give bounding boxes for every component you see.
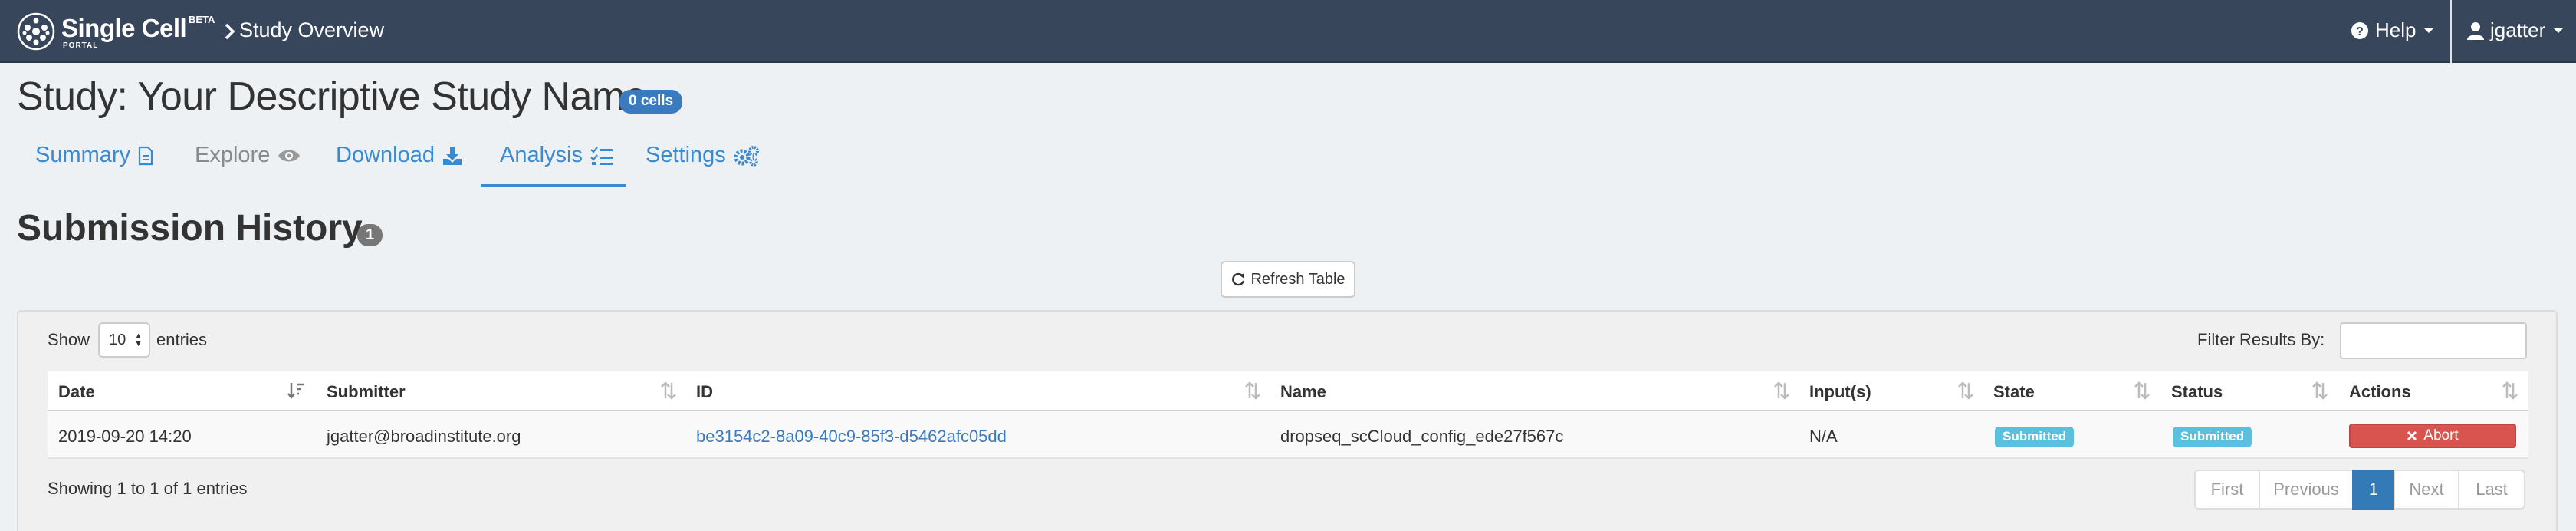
close-icon	[2407, 430, 2417, 441]
brand-portal-label: PORTAL	[63, 41, 99, 50]
tab-download-label: Download	[336, 143, 435, 167]
entries-label: entries	[156, 330, 208, 349]
active-tab-indicator	[481, 184, 626, 187]
column-header-state[interactable]: State	[1993, 382, 2035, 402]
caret-down-icon	[2553, 28, 2564, 33]
tab-summary[interactable]: Summary	[35, 143, 153, 168]
sort-both-icon[interactable]	[1244, 381, 1262, 401]
sort-both-icon[interactable]	[1773, 381, 1791, 401]
table-header-row: Date Submitter ID Name Input(s) State St…	[48, 371, 2528, 411]
sort-both-icon[interactable]	[659, 381, 678, 401]
svg-text:?: ?	[2356, 25, 2364, 38]
submission-id-link[interactable]: be3154c2-8a09-40c9-85f3-d5462afc05dd	[696, 427, 1007, 447]
column-header-submitter[interactable]: Submitter	[327, 382, 406, 402]
column-header-actions[interactable]: Actions	[2349, 382, 2411, 402]
column-header-inputs[interactable]: Input(s)	[1809, 382, 1871, 402]
entries-per-page-select[interactable]: 10 ▲ ▼	[98, 322, 150, 358]
cell-name: dropseq_scCloud_config_ede27f567c	[1280, 427, 1564, 446]
cell-submitter: jgatter@broadinstitute.org	[327, 427, 521, 446]
column-header-status[interactable]: Status	[2171, 382, 2223, 402]
sort-desc-icon[interactable]	[287, 381, 305, 401]
table-row: 2019-09-20 14:20 jgatter@broadinstitute.…	[48, 411, 2528, 459]
cells-count-badge: 0 cells	[619, 90, 683, 114]
brand-home-link[interactable]: Single Cell BETA PORTAL	[17, 11, 215, 52]
brand-beta-label: BETA	[189, 14, 215, 25]
pagination-first[interactable]: First	[2194, 470, 2260, 510]
tab-analysis[interactable]: Analysis	[500, 143, 613, 168]
submission-count-badge: 1	[357, 224, 383, 246]
tasks-icon	[590, 146, 613, 165]
cogs-icon	[734, 145, 759, 167]
refresh-icon	[1232, 272, 1245, 286]
caret-down-icon	[2423, 28, 2435, 33]
show-label: Show	[48, 330, 90, 349]
cell-date: 2019-09-20 14:20	[58, 427, 192, 446]
abort-label: Abort	[2423, 427, 2459, 444]
tab-explore-label: Explore	[195, 143, 271, 167]
study-title: Study: Your Descriptive Study Name	[17, 74, 647, 119]
pagination-previous[interactable]: Previous	[2259, 470, 2354, 510]
tab-summary-label: Summary	[35, 143, 131, 167]
brand-name: Single Cell	[61, 14, 187, 42]
sort-both-icon[interactable]	[2311, 381, 2329, 401]
navbar-divider	[2450, 0, 2452, 63]
entries-per-page-value: 10	[109, 331, 127, 348]
sort-both-icon[interactable]	[2501, 381, 2519, 401]
help-label: Help	[2375, 18, 2417, 41]
user-label: jgatter	[2490, 18, 2546, 41]
state-badge: Submitted	[1995, 427, 2075, 447]
column-header-id[interactable]: ID	[696, 382, 713, 402]
tab-settings[interactable]: Settings	[646, 143, 760, 168]
filter-label: Filter Results By:	[2197, 330, 2325, 349]
pagination-last[interactable]: Last	[2458, 470, 2525, 510]
table-info-text: Showing 1 to 1 of 1 entries	[48, 479, 248, 498]
cell-cluster-logo-icon	[17, 12, 55, 51]
file-icon	[138, 146, 153, 165]
tab-explore[interactable]: Explore	[195, 143, 301, 168]
select-arrows-icon: ▲ ▼	[134, 331, 143, 348]
user-icon	[2467, 21, 2484, 40]
sort-both-icon[interactable]	[2133, 381, 2151, 401]
tab-settings-label: Settings	[646, 143, 726, 167]
question-circle-icon: ?	[2351, 21, 2368, 39]
refresh-table-label: Refresh Table	[1250, 270, 1346, 288]
help-menu[interactable]: ? Help	[2351, 18, 2435, 42]
tab-analysis-label: Analysis	[500, 143, 583, 167]
pagination-next[interactable]: Next	[2394, 470, 2459, 510]
sort-both-icon[interactable]	[1957, 381, 1975, 401]
breadcrumb-study-overview[interactable]: Study Overview	[239, 18, 384, 42]
column-header-name[interactable]: Name	[1280, 382, 1326, 402]
refresh-table-button[interactable]: Refresh Table	[1221, 261, 1355, 298]
filter-results-input[interactable]	[2340, 322, 2527, 359]
column-header-date[interactable]: Date	[58, 382, 95, 402]
status-badge: Submitted	[2173, 427, 2252, 447]
pagination-page-1[interactable]: 1	[2352, 470, 2395, 510]
user-menu[interactable]: jgatter	[2467, 18, 2564, 42]
cell-inputs: N/A	[1809, 427, 1838, 446]
tab-download[interactable]: Download	[336, 143, 462, 168]
eye-icon	[278, 150, 301, 161]
abort-button[interactable]: Abort	[2349, 424, 2516, 448]
download-icon	[442, 146, 462, 165]
top-navbar: Single Cell BETA PORTAL Study Overview ?…	[0, 0, 2576, 63]
submission-history-title: Submission History	[17, 208, 363, 249]
pagination: First Previous 1 Next Last	[2194, 470, 2525, 510]
